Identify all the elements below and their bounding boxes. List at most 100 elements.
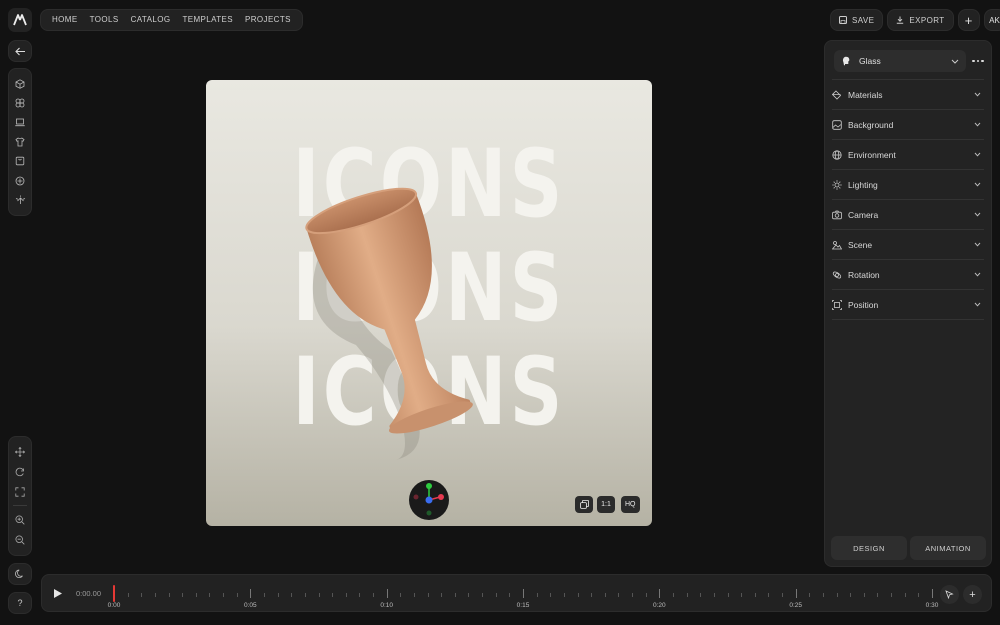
tab-animation[interactable]: ANIMATION: [910, 536, 986, 560]
more-dot-icon: [976, 59, 979, 63]
nav-tools[interactable]: TOOLS: [84, 10, 125, 30]
play-icon: [54, 589, 62, 598]
current-time: 0:00.00: [76, 589, 102, 598]
shapes-tool[interactable]: [8, 93, 32, 112]
section-scene[interactable]: Scene: [832, 230, 984, 260]
move-tool[interactable]: [8, 442, 32, 462]
timeline-ruler[interactable]: 0:00 0:05 0:10 0:15 0:20 0:25 0:30: [108, 575, 938, 613]
major-tick: [659, 589, 661, 598]
nav-catalog[interactable]: CATALOG: [125, 10, 177, 30]
package-icon: [15, 157, 25, 166]
chevron-down-icon: [951, 59, 959, 64]
fullscreen-tool[interactable]: [8, 482, 32, 502]
section-label: Materials: [848, 89, 883, 100]
mountains-icon: [832, 240, 842, 249]
minor-tick: [223, 593, 225, 597]
timeline: 0:00.00 0:00 0:05 0:10 0:15 0:20 0:25 0:30 +: [41, 574, 992, 612]
expand-icon: [15, 486, 25, 497]
minor-tick: [727, 593, 729, 597]
major-tick: [523, 589, 524, 598]
minor-tick: [577, 593, 579, 597]
minor-tick: [672, 593, 674, 597]
chevron-down-icon: [974, 92, 981, 97]
chevron-down-icon: [974, 242, 981, 247]
save-label: SAVE: [852, 15, 875, 25]
minor-tick: [618, 593, 620, 597]
pointer-tool-button[interactable]: [940, 585, 959, 604]
time-label: 0:25: [789, 602, 802, 609]
minor-tick: [318, 593, 320, 597]
zoom-out-icon: [15, 535, 25, 545]
section-rotation[interactable]: Rotation: [832, 260, 984, 290]
minor-tick: [195, 593, 197, 597]
material-dropdown[interactable]: Glass: [834, 50, 966, 72]
play-button[interactable]: [53, 588, 63, 599]
section-materials[interactable]: Materials: [832, 80, 984, 110]
axis-gizmo[interactable]: [409, 480, 449, 520]
top-nav: HOME TOOLS CATALOG TEMPLATES PROJECTS: [40, 9, 303, 31]
nav-templates[interactable]: TEMPLATES: [176, 10, 239, 30]
cube-tool[interactable]: [8, 74, 32, 93]
more-options-button[interactable]: [972, 58, 984, 64]
avatar[interactable]: AK: [983, 9, 1000, 31]
zoom-in-button[interactable]: [8, 510, 32, 530]
zoom-out-button[interactable]: [8, 530, 32, 550]
help-button[interactable]: ?: [8, 592, 32, 614]
nav-home[interactable]: HOME: [46, 10, 84, 30]
time-label: 0:05: [244, 602, 257, 609]
minor-tick: [822, 593, 824, 597]
section-label: Camera: [848, 209, 879, 220]
minor-tick: [591, 593, 593, 597]
export-button[interactable]: EXPORT: [887, 9, 954, 31]
export-label: EXPORT: [909, 15, 945, 25]
minor-tick: [850, 593, 852, 597]
zoom-in-icon: [15, 515, 25, 525]
section-position[interactable]: Position: [832, 290, 984, 320]
time-label: 0:20: [653, 602, 666, 609]
package-tool[interactable]: [8, 152, 32, 171]
chevron-down-icon: [974, 182, 981, 187]
cube-icon: [15, 79, 25, 89]
duplicate-view-button[interactable]: [575, 496, 593, 513]
tab-design[interactable]: DESIGN: [831, 536, 907, 560]
rotate-tool[interactable]: [8, 462, 32, 482]
minor-tick: [550, 593, 552, 597]
section-background[interactable]: Background: [832, 110, 984, 140]
section-lighting[interactable]: Lighting: [832, 170, 984, 200]
target-tool[interactable]: [8, 171, 32, 190]
theme-toggle[interactable]: [8, 563, 32, 585]
minor-tick: [700, 593, 702, 597]
section-camera[interactable]: Camera: [832, 200, 984, 230]
save-button[interactable]: SAVE: [830, 9, 884, 31]
object-toolbar: [8, 68, 32, 216]
back-button[interactable]: [8, 40, 32, 62]
light-tool[interactable]: [8, 191, 32, 210]
minor-tick: [373, 593, 375, 597]
playhead[interactable]: [113, 585, 115, 602]
nav-projects[interactable]: PROJECTS: [239, 10, 297, 30]
section-label: Environment: [848, 149, 896, 160]
aspect-ratio-button[interactable]: 1:1: [597, 496, 615, 513]
major-tick: [250, 589, 252, 598]
chevron-down-icon: [974, 272, 981, 277]
add-keyframe-button[interactable]: +: [963, 585, 982, 604]
target-icon: [15, 176, 25, 186]
section-environment[interactable]: Environment: [832, 140, 984, 170]
minor-tick: [277, 593, 279, 597]
laptop-tool[interactable]: [8, 113, 32, 132]
quality-button[interactable]: HQ: [621, 496, 640, 513]
app-logo[interactable]: [8, 8, 32, 32]
minor-tick: [836, 593, 838, 597]
minor-tick: [427, 593, 429, 597]
major-tick: [386, 589, 388, 598]
minor-tick: [304, 593, 306, 597]
shirt-tool[interactable]: [8, 132, 32, 151]
download-icon: [897, 16, 904, 24]
minor-tick: [413, 593, 415, 597]
chevron-down-icon: [974, 302, 981, 307]
goblet-model[interactable]: [206, 80, 652, 526]
minor-tick: [154, 593, 156, 597]
top-actions: SAVE EXPORT + AK: [830, 9, 1000, 31]
add-button[interactable]: +: [957, 9, 980, 31]
render-canvas[interactable]: ICONS ICONS ICONS 1:1 HQ: [206, 80, 652, 526]
